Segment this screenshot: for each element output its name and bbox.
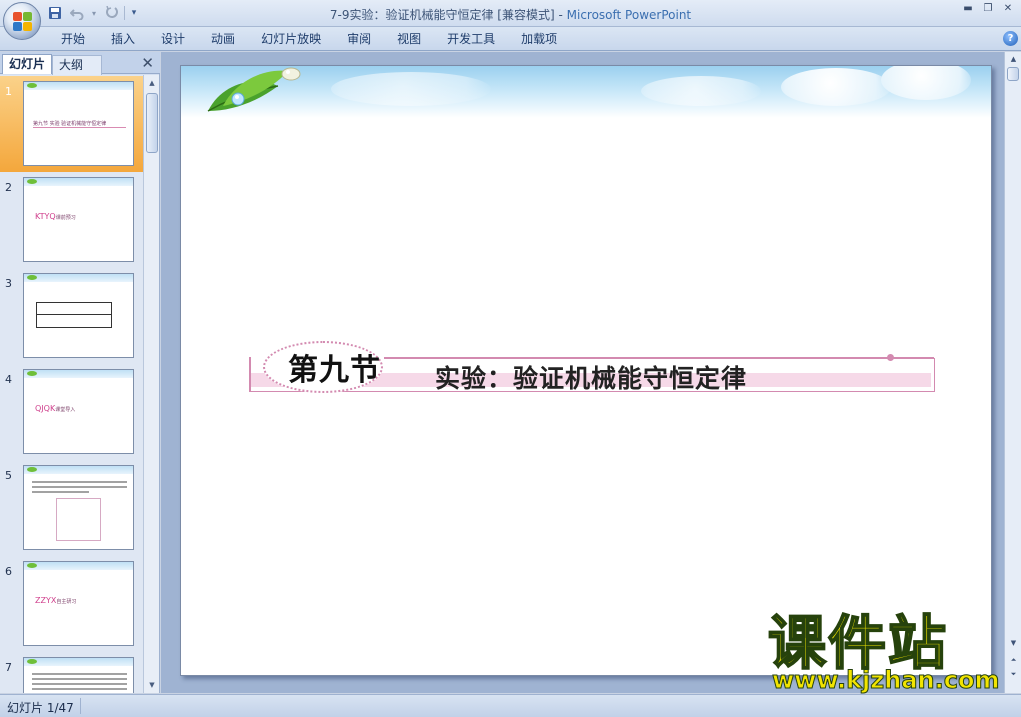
office-button[interactable] [3, 2, 41, 40]
ribbon-tab-bar: 开始 插入 设计 动画 幻灯片放映 审阅 视图 开发工具 加载项 ? [0, 27, 1021, 51]
frame-dot [887, 354, 894, 361]
previous-slide-icon[interactable]: ⏶ [1008, 656, 1019, 665]
tab-view[interactable]: 视图 [384, 27, 434, 51]
next-slide-icon[interactable]: ⏷ [1008, 670, 1019, 679]
scroll-thumb[interactable] [1007, 67, 1019, 81]
slide-preview [23, 465, 134, 550]
thumb-text-lines [32, 478, 127, 496]
scroll-thumb[interactable] [146, 93, 158, 153]
slide-preview: QJQK课堂导入 [23, 369, 134, 454]
slide-number: 4 [5, 373, 12, 386]
slide-thumbnail-5[interactable]: 5 [0, 460, 143, 556]
section-label: 第九节 [288, 353, 381, 388]
panel-scrollbar[interactable]: ▲ ▼ [143, 75, 159, 693]
slide-thumbnail-3[interactable]: 3 [0, 268, 143, 364]
slide-thumbnail-7[interactable]: 7 [0, 652, 143, 693]
tab-insert[interactable]: 插入 [98, 27, 148, 51]
tab-add-ins[interactable]: 加载项 [508, 27, 570, 51]
title-bar: ▾ ▾ 7-9实验：验证机械能守恒定律 [兼容模式] - Microsoft P… [0, 0, 1021, 40]
slide-preview: KTYQ课前预习 [23, 177, 134, 262]
slide-title[interactable]: 实验：验证机械能守恒定律 [435, 359, 747, 395]
tab-review[interactable]: 审阅 [334, 27, 384, 51]
slide-preview: 第九节 实验 验证机械能守恒定律 [23, 81, 134, 166]
close-panel-icon[interactable]: ✕ [141, 54, 154, 72]
close-icon[interactable]: ✕ [999, 2, 1017, 16]
app-name: Microsoft PowerPoint [566, 8, 692, 22]
restore-icon[interactable]: ❐ [979, 2, 997, 16]
watermark-text: 课件站 [767, 609, 949, 677]
slide-thumbnail-list: 1 第九节 实验 验证机械能守恒定律 2 KTYQ课前预习 3 4 QJQK课堂… [0, 75, 143, 693]
tab-slides[interactable]: 幻灯片 [2, 54, 52, 74]
thumb-figure [56, 498, 101, 541]
slide-number: 5 [5, 469, 12, 482]
slide-number: 7 [5, 661, 12, 674]
tab-animations[interactable]: 动画 [198, 27, 248, 51]
ribbon-tabs: 开始 插入 设计 动画 幻灯片放映 审阅 视图 开发工具 加载项 [48, 27, 570, 51]
thumb-title: 第九节 实验 验证机械能守恒定律 [33, 120, 126, 128]
tab-design[interactable]: 设计 [148, 27, 198, 51]
tab-outline[interactable]: 大纲 [52, 55, 102, 75]
leaf-decoration-icon [207, 67, 301, 112]
scroll-up-icon[interactable]: ▲ [146, 77, 158, 89]
slide-scrollbar[interactable]: ▲ ▼ ⏶ ⏷ [1004, 52, 1021, 693]
watermark-url: www.kjzhan.com [771, 666, 1000, 695]
scroll-down-icon[interactable]: ▼ [146, 679, 158, 691]
slide-number: 2 [5, 181, 12, 194]
thumb-text-lines [32, 670, 127, 693]
document-title: 7-9实验：验证机械能守恒定律 [兼容模式] - [329, 8, 567, 22]
minimize-icon[interactable]: ▬ [959, 2, 977, 16]
slide-editing-area: 第九节 实验：验证机械能守恒定律 ▲ ▼ ⏶ ⏷ [161, 52, 1021, 693]
status-bar: 幻灯片 1/47 [0, 694, 1021, 717]
slide-counter: 幻灯片 1/47 [7, 701, 74, 715]
thumb-table [36, 302, 112, 328]
office-logo-icon [13, 12, 33, 32]
slide-header-background [181, 66, 991, 118]
tab-developer[interactable]: 开发工具 [434, 27, 508, 51]
slide-preview [23, 273, 134, 358]
thumb-title: QJQK课堂导入 [35, 404, 76, 413]
slide-thumbnail-6[interactable]: 6 ZZYX自主研习 [0, 556, 143, 652]
window-title: 7-9实验：验证机械能守恒定律 [兼容模式] - Microsoft Power… [0, 6, 1021, 23]
tab-home[interactable]: 开始 [48, 27, 98, 51]
scroll-down-icon[interactable]: ▼ [1008, 639, 1019, 647]
window-controls: ▬ ❐ ✕ [959, 2, 1017, 16]
thumb-title: ZZYX自主研习 [35, 596, 77, 605]
slide-number: 6 [5, 565, 12, 578]
panel-tabs: 大纲 幻灯片 ✕ [0, 52, 160, 75]
slide-number: 1 [5, 85, 12, 98]
slide-thumbnail-1[interactable]: 1 第九节 实验 验证机械能守恒定律 [0, 76, 143, 172]
help-icon[interactable]: ? [1003, 31, 1018, 46]
watermark-logo: 课件站 www.kjzhan.com [767, 609, 1008, 695]
slide-thumbnail-4[interactable]: 4 QJQK课堂导入 [0, 364, 143, 460]
slide-preview [23, 657, 134, 693]
scroll-up-icon[interactable]: ▲ [1008, 55, 1019, 63]
slide-title-frame: 第九节 实验：验证机械能守恒定律 [249, 341, 935, 395]
slide-preview: ZZYX自主研习 [23, 561, 134, 646]
tab-slide-show[interactable]: 幻灯片放映 [248, 27, 334, 51]
section-badge: 第九节 [263, 341, 383, 393]
slides-panel: 大纲 幻灯片 ✕ 1 第九节 实验 验证机械能守恒定律 2 KTYQ课前预习 3 [0, 52, 160, 693]
current-slide[interactable]: 第九节 实验：验证机械能守恒定律 [180, 65, 992, 676]
thumb-title: KTYQ课前预习 [35, 212, 76, 221]
slide-thumbnail-2[interactable]: 2 KTYQ课前预习 [0, 172, 143, 268]
slide-number: 3 [5, 277, 12, 290]
